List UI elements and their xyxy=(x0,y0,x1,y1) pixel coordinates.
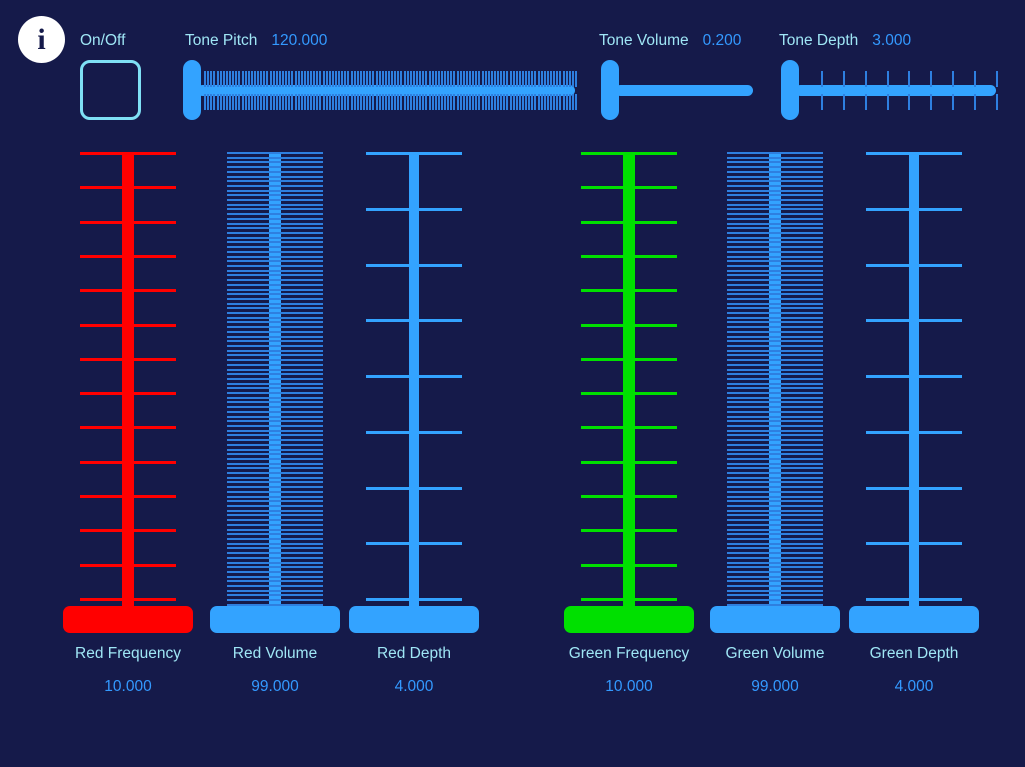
red-frequency-track[interactable] xyxy=(122,152,134,630)
green-frequency-value: 10.000 xyxy=(605,678,653,695)
tone-pitch-label: Tone Pitch xyxy=(185,32,258,49)
red-volume-handle[interactable] xyxy=(210,606,340,633)
header-bar: i On/Off Tone Pitch 120.000 Tone Volume … xyxy=(0,0,1025,140)
onoff-control: On/Off xyxy=(80,32,125,50)
red-volume-track[interactable] xyxy=(269,152,281,630)
red-frequency-slider[interactable]: Red Frequency 10.000 xyxy=(53,140,203,720)
green-frequency-handle[interactable] xyxy=(564,606,694,633)
green-volume-track[interactable] xyxy=(769,152,781,630)
tone-depth-value: 3.000 xyxy=(872,32,912,49)
tone-volume-label: Tone Volume xyxy=(599,32,689,49)
red-volume-body[interactable] xyxy=(200,140,350,630)
red-frequency-handle[interactable] xyxy=(63,606,193,633)
slider-panel: Red Frequency 10.000 Red Volume 99.000 R… xyxy=(0,140,1025,720)
green-depth-value: 4.000 xyxy=(894,678,934,695)
onoff-label: On/Off xyxy=(80,32,126,49)
green-volume-body[interactable] xyxy=(700,140,850,630)
green-depth-body[interactable] xyxy=(839,140,989,630)
info-icon[interactable]: i xyxy=(18,16,65,63)
red-depth-value: 4.000 xyxy=(394,678,434,695)
tone-pitch-value: 120.000 xyxy=(271,32,328,49)
green-volume-slider[interactable]: Green Volume 99.000 xyxy=(700,140,850,720)
green-depth-slider[interactable]: Green Depth 4.000 xyxy=(839,140,989,720)
red-depth-body[interactable] xyxy=(339,140,489,630)
green-volume-value: 99.000 xyxy=(751,678,799,695)
red-frequency-label: Red Frequency xyxy=(75,645,181,662)
tone-volume-value: 0.200 xyxy=(702,32,742,49)
red-depth-track[interactable] xyxy=(409,152,419,630)
red-volume-slider[interactable]: Red Volume 99.000 xyxy=(200,140,350,720)
green-volume-handle[interactable] xyxy=(710,606,840,633)
red-volume-label: Red Volume xyxy=(232,645,318,662)
tone-pitch-track[interactable] xyxy=(197,85,575,96)
tone-depth-track[interactable] xyxy=(795,85,996,96)
green-frequency-label: Green Frequency xyxy=(568,645,690,662)
green-depth-label: Green Depth xyxy=(869,645,959,662)
red-depth-label: Red Depth xyxy=(376,645,452,662)
green-depth-track[interactable] xyxy=(909,152,919,630)
tone-pitch-header: Tone Pitch 120.000 xyxy=(185,32,327,50)
info-icon-glyph: i xyxy=(37,22,46,56)
green-frequency-body[interactable] xyxy=(554,140,704,630)
tone-volume-track[interactable] xyxy=(615,85,753,96)
red-depth-handle[interactable] xyxy=(349,606,479,633)
red-depth-slider[interactable]: Red Depth 4.000 xyxy=(339,140,489,720)
green-volume-label: Green Volume xyxy=(725,645,825,662)
tone-depth-label: Tone Depth xyxy=(779,32,859,49)
tone-pitch-slider[interactable] xyxy=(183,60,577,120)
green-depth-handle[interactable] xyxy=(849,606,979,633)
green-frequency-track[interactable] xyxy=(623,152,635,630)
red-frequency-value: 10.000 xyxy=(104,678,152,695)
tone-depth-header: Tone Depth 3.000 xyxy=(779,32,911,50)
tone-depth-handle[interactable] xyxy=(781,60,799,120)
tone-volume-header: Tone Volume 0.200 xyxy=(599,32,741,50)
onoff-checkbox[interactable] xyxy=(80,60,141,120)
red-frequency-body[interactable] xyxy=(53,140,203,630)
tone-volume-handle[interactable] xyxy=(601,60,619,120)
tone-pitch-handle[interactable] xyxy=(183,60,201,120)
green-frequency-slider[interactable]: Green Frequency 10.000 xyxy=(554,140,704,720)
tone-volume-slider[interactable] xyxy=(601,60,753,120)
tone-depth-slider[interactable] xyxy=(781,60,998,120)
red-volume-value: 99.000 xyxy=(251,678,299,695)
